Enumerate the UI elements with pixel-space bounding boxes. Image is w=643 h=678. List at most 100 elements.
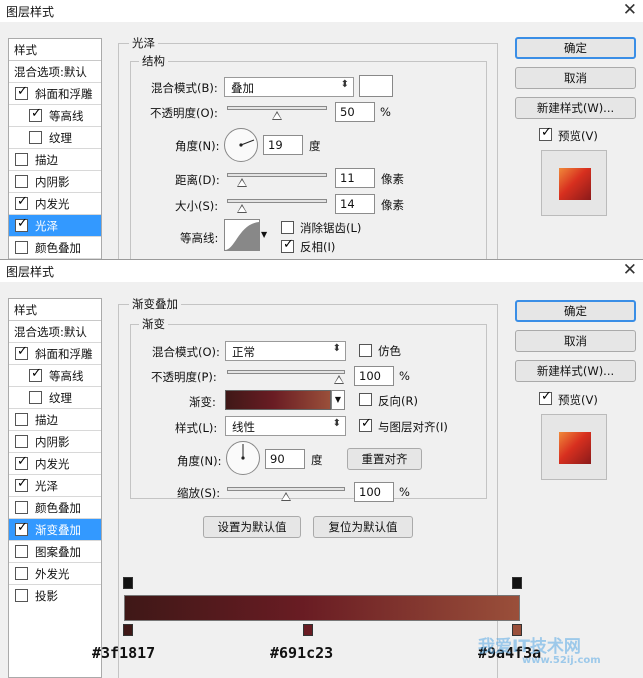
scale-input[interactable]: 100 (354, 482, 394, 502)
angle-input[interactable]: 90 (265, 449, 305, 469)
color-swatch[interactable] (359, 75, 393, 97)
opacity-input[interactable]: 50 (335, 102, 375, 122)
close-icon[interactable]: ✕ (623, 260, 637, 280)
close-icon[interactable]: ✕ (623, 0, 637, 20)
sidebar-item-texture[interactable]: 纹理 (9, 387, 101, 409)
checkbox[interactable] (29, 131, 42, 144)
slider-thumb[interactable] (281, 492, 291, 501)
checkbox[interactable] (15, 413, 28, 426)
checkbox[interactable]: ✓ (15, 194, 28, 210)
opacity-stop-right[interactable] (512, 577, 522, 589)
scale-slider[interactable] (227, 487, 345, 501)
sidebar-item-pattern-overlay[interactable]: 图案叠加 (9, 541, 101, 563)
sidebar-item-inner-glow[interactable]: ✓ 内发光 (9, 453, 101, 475)
checkbox[interactable]: ✓ (15, 216, 28, 232)
sidebar-item-bevel-emboss[interactable]: ✓ 斜面和浮雕 (9, 83, 101, 105)
blend-mode-select[interactable]: 叠加 ⬍ (224, 77, 354, 97)
distance-slider[interactable] (227, 173, 327, 187)
dial-needle-icon (239, 139, 255, 147)
new-style-button[interactable]: 新建样式(W)... (515, 97, 636, 119)
sidebar-item-inner-glow[interactable]: ✓ 内发光 (9, 193, 101, 215)
checkbox[interactable]: ✓ (15, 520, 28, 536)
angle-dial[interactable] (224, 128, 258, 162)
sidebar-item-inner-shadow[interactable]: 内阴影 (9, 171, 101, 193)
preview-thumbnail (541, 150, 607, 216)
contour-curve-icon (225, 222, 259, 250)
sidebar-item-color-overlay[interactable]: 颜色叠加 (9, 237, 101, 259)
blend-mode-select[interactable]: 正常 ⬍ (225, 341, 346, 361)
new-style-button[interactable]: 新建样式(W)... (515, 360, 636, 382)
angle-dial[interactable] (226, 441, 260, 475)
contour-picker[interactable] (224, 219, 260, 251)
checkbox[interactable] (15, 435, 28, 448)
cancel-button[interactable]: 取消 (515, 330, 636, 352)
gradient-bar[interactable] (124, 595, 520, 621)
opacity-slider[interactable] (227, 370, 345, 384)
size-label: 大小(S): (175, 199, 219, 213)
style-select[interactable]: 线性 ⬍ (225, 416, 346, 436)
preview-checkbox[interactable]: ✓ (539, 125, 552, 141)
color-stop-2[interactable] (303, 624, 313, 636)
align-layer-checkbox[interactable]: ✓ (359, 416, 372, 432)
sidebar-item-contour[interactable]: ✓ 等高线 (9, 105, 101, 127)
gradient-label: 渐变: (189, 395, 216, 409)
gradient-swatch[interactable] (225, 390, 331, 410)
reset-default-button[interactable]: 复位为默认值 (313, 516, 413, 538)
sidebar-item-texture[interactable]: 纹理 (9, 127, 101, 149)
sidebar-item-bevel-emboss[interactable]: ✓ 斜面和浮雕 (9, 343, 101, 365)
sidebar-item-blending-options[interactable]: 混合选项:默认 (9, 61, 101, 83)
opacity-slider[interactable] (227, 106, 327, 120)
reverse-checkbox[interactable] (359, 393, 372, 406)
sidebar-item-inner-shadow[interactable]: 内阴影 (9, 431, 101, 453)
slider-thumb[interactable] (272, 111, 282, 120)
slider-thumb[interactable] (236, 204, 247, 213)
ok-button[interactable]: 确定 (515, 37, 636, 59)
sidebar-item-contour[interactable]: ✓ 等高线 (9, 365, 101, 387)
dropdown-arrow-icon[interactable]: ▼ (261, 230, 267, 239)
slider-thumb[interactable] (334, 375, 344, 384)
blend-mode-label: 混合模式(B): (151, 81, 218, 95)
stop-2-hex-label: #691c23 (270, 644, 334, 662)
checkbox[interactable]: ✓ (15, 344, 28, 360)
color-stop-1[interactable] (123, 624, 133, 636)
cancel-button[interactable]: 取消 (515, 67, 636, 89)
sidebar-item-color-overlay[interactable]: 颜色叠加 (9, 497, 101, 519)
angle-input[interactable]: 19 (263, 135, 303, 155)
ok-button[interactable]: 确定 (515, 300, 636, 322)
sidebar-item-stroke[interactable]: 描边 (9, 149, 101, 171)
reset-align-button[interactable]: 重置对齐 (347, 448, 422, 470)
sidebar-item-stroke[interactable]: 描边 (9, 409, 101, 431)
checkbox[interactable] (15, 241, 28, 254)
opacity-input[interactable]: 100 (354, 366, 394, 386)
checkbox[interactable] (15, 545, 28, 558)
checkbox[interactable]: ✓ (29, 366, 42, 382)
checkbox[interactable]: ✓ (15, 84, 28, 100)
checkbox[interactable] (15, 501, 28, 514)
sidebar-item-drop-shadow[interactable]: 投影 (9, 585, 101, 607)
slider-thumb[interactable] (236, 178, 247, 187)
checkbox[interactable]: ✓ (15, 476, 28, 492)
dither-checkbox[interactable] (359, 344, 372, 357)
checkbox[interactable]: ✓ (15, 454, 28, 470)
checkbox[interactable] (29, 391, 42, 404)
size-slider[interactable] (227, 199, 327, 213)
sidebar-item-blending-options[interactable]: 混合选项:默认 (9, 321, 101, 343)
sidebar-item-outer-glow[interactable]: 外发光 (9, 563, 101, 585)
checkbox[interactable] (15, 153, 28, 166)
checkbox[interactable] (15, 175, 28, 188)
checkbox[interactable] (15, 567, 28, 580)
sidebar-item-satin[interactable]: ✓ 光泽 (9, 475, 101, 497)
invert-checkbox[interactable]: ✓ (281, 237, 294, 253)
distance-input[interactable]: 11 (335, 168, 375, 188)
sidebar-item-gradient-overlay[interactable]: ✓ 渐变叠加 (9, 519, 101, 541)
set-default-button[interactable]: 设置为默认值 (203, 516, 301, 538)
size-input[interactable]: 14 (335, 194, 375, 214)
sidebar-item-satin[interactable]: ✓ 光泽 (9, 215, 101, 237)
opacity-stop-left[interactable] (123, 577, 133, 589)
preview-checkbox[interactable]: ✓ (539, 389, 552, 405)
dialog-title: 图层样式 (6, 265, 55, 279)
checkbox[interactable]: ✓ (29, 106, 42, 122)
dropdown-arrow-icon[interactable]: ▼ (331, 390, 345, 410)
checkbox[interactable] (15, 589, 28, 602)
antialias-checkbox[interactable] (281, 221, 294, 234)
